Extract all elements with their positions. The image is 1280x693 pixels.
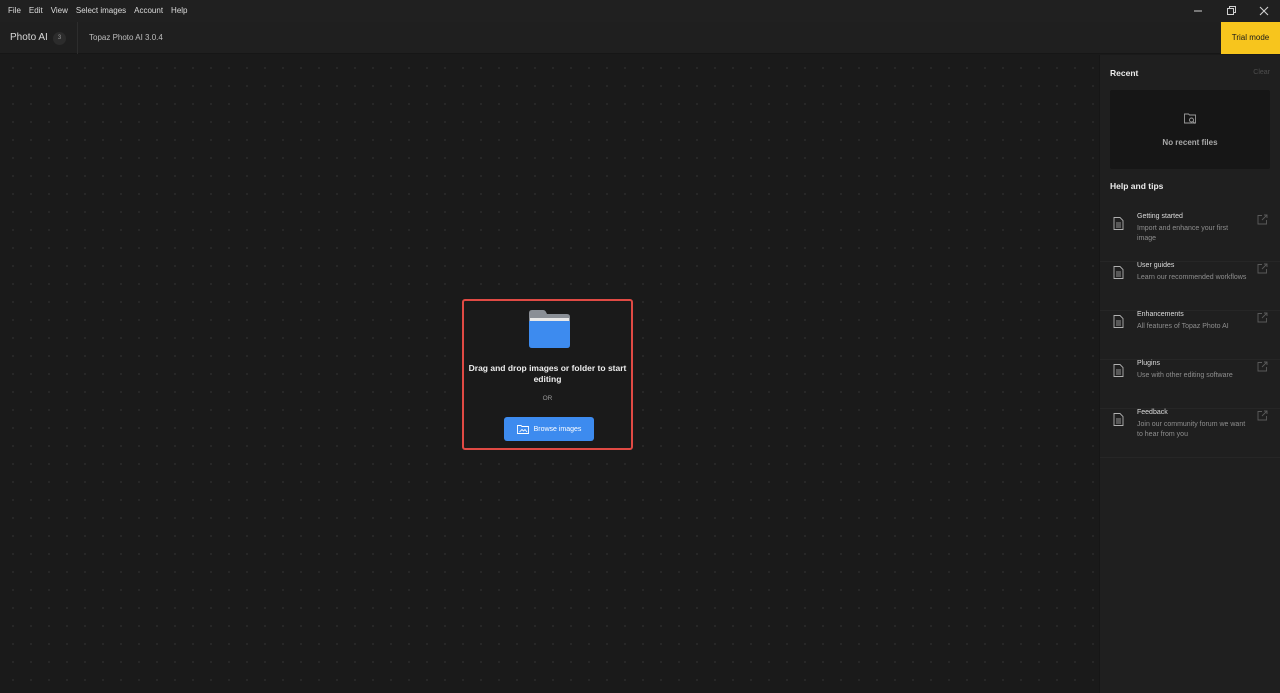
trial-mode-button[interactable]: Trial mode — [1221, 22, 1280, 54]
minimize-icon — [1193, 10, 1202, 12]
document-icon — [1113, 413, 1124, 426]
tip-user-guides[interactable]: User guides Learn our recommended workfl… — [1100, 262, 1280, 311]
main-canvas[interactable]: Drag and drop images or folder to start … — [0, 55, 1099, 693]
app-name: Photo AI — [10, 32, 48, 43]
restore-icon — [1226, 6, 1236, 15]
tip-feedback[interactable]: Feedback Join our community forum we wan… — [1100, 409, 1280, 458]
app-count-badge: 3 — [53, 32, 66, 45]
external-link-icon — [1257, 263, 1268, 274]
or-label: OR — [542, 395, 553, 402]
window-controls — [1181, 0, 1280, 22]
recent-files-box: No recent files — [1110, 90, 1270, 169]
tip-description: Learn our recommended workflows — [1137, 274, 1247, 281]
tip-description: Import and enhance your first image — [1137, 225, 1229, 242]
app-header: Photo AI 3 Topaz Photo AI 3.0.4 Trial mo… — [0, 22, 1280, 54]
menu-select-images[interactable]: Select images — [72, 0, 130, 22]
close-button[interactable] — [1247, 0, 1280, 22]
tip-plugins[interactable]: Plugins Use with other editing software — [1100, 360, 1280, 409]
tip-enhancements[interactable]: Enhancements All features of Topaz Photo… — [1100, 311, 1280, 360]
recent-title: Recent — [1110, 68, 1139, 78]
folder-icon — [529, 310, 570, 348]
drop-zone[interactable]: Drag and drop images or folder to start … — [462, 299, 633, 450]
browse-images-label: Browse images — [533, 425, 582, 433]
tip-title: User guides — [1137, 262, 1175, 269]
restore-button[interactable] — [1214, 0, 1247, 22]
document-icon — [1113, 364, 1124, 377]
right-sidebar: Recent Clear No recent files Help and ti… — [1099, 55, 1280, 693]
image-folder-icon — [516, 425, 529, 434]
tip-title: Feedback — [1137, 409, 1168, 416]
menu-account[interactable]: Account — [130, 0, 167, 22]
menu-file[interactable]: File — [0, 0, 25, 22]
menu-help[interactable]: Help — [167, 0, 191, 22]
tip-title: Enhancements — [1137, 311, 1184, 318]
external-link-icon — [1257, 214, 1268, 225]
menu-bar: File Edit View Select images Account Hel… — [0, 0, 1280, 22]
drop-instructions: Drag and drop images or folder to start … — [468, 363, 627, 384]
tip-title: Getting started — [1137, 213, 1183, 220]
tip-description: Use with other editing software — [1137, 372, 1233, 379]
header-divider — [77, 22, 78, 54]
browse-images-button[interactable]: Browse images — [504, 417, 594, 441]
document-icon — [1113, 217, 1124, 230]
app-version: Topaz Photo AI 3.0.4 — [89, 33, 163, 42]
tip-description: All features of Topaz Photo AI — [1137, 323, 1229, 330]
external-link-icon — [1257, 410, 1268, 421]
external-link-icon — [1257, 361, 1268, 372]
no-recent-files-text: No recent files — [1162, 138, 1218, 147]
tip-title: Plugins — [1137, 360, 1160, 367]
external-link-icon — [1257, 312, 1268, 323]
menu-edit[interactable]: Edit — [25, 0, 47, 22]
menu-view[interactable]: View — [47, 0, 72, 22]
close-icon — [1259, 6, 1268, 16]
clear-recent-button[interactable]: Clear — [1253, 69, 1270, 76]
document-icon — [1113, 266, 1124, 279]
document-icon — [1113, 315, 1124, 328]
folder-search-icon — [1184, 113, 1196, 124]
help-tips-title: Help and tips — [1110, 181, 1164, 191]
tip-getting-started[interactable]: Getting started Import and enhance your … — [1100, 213, 1280, 262]
tip-description: Join our community forum we want to hear… — [1137, 421, 1246, 438]
minimize-button[interactable] — [1181, 0, 1214, 22]
